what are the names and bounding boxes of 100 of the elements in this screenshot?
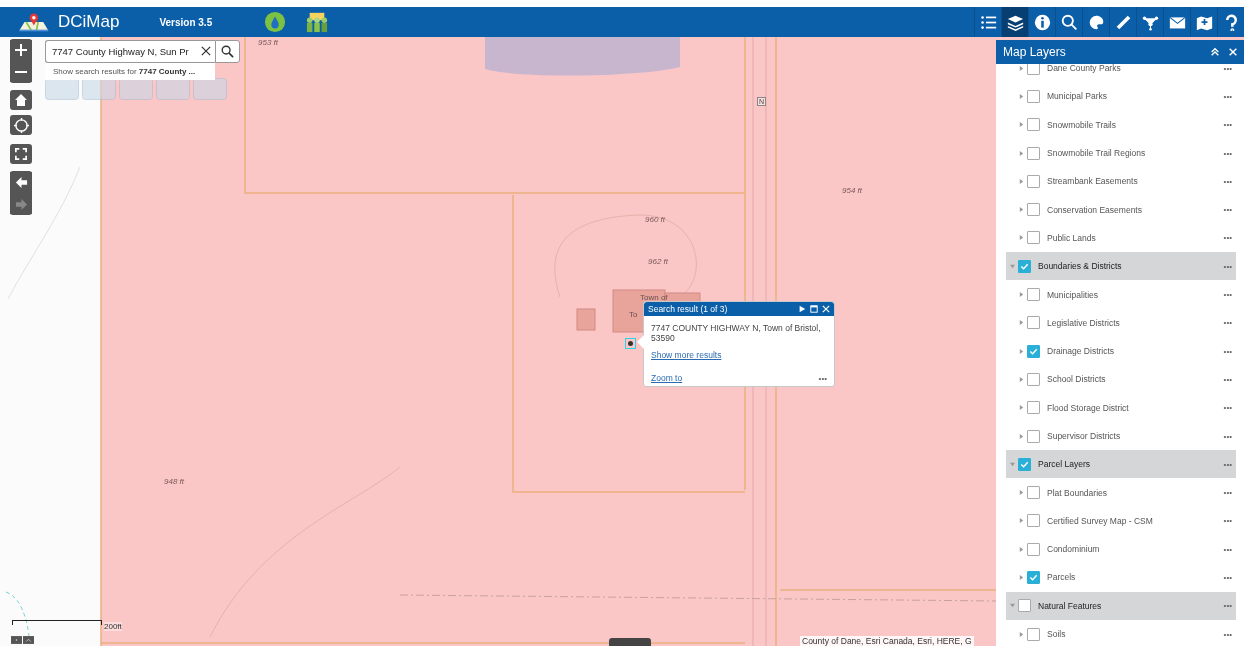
caret-right-icon[interactable] (1019, 178, 1024, 184)
caret-right-icon[interactable] (1019, 546, 1024, 552)
layer-menu[interactable]: ••• (1223, 318, 1232, 328)
layer-menu[interactable]: ••• (1223, 205, 1232, 215)
layer-checkbox[interactable] (1027, 231, 1040, 245)
layer-checkbox[interactable] (1027, 64, 1040, 75)
caret-right-icon[interactable] (1019, 320, 1024, 326)
layer-checkbox[interactable] (1027, 542, 1040, 556)
caret-right-icon[interactable] (1019, 65, 1024, 71)
layer-row[interactable]: Certified Survey Map - CSM ••• (1006, 506, 1236, 536)
layer-checkbox[interactable] (1027, 146, 1040, 160)
layer-row[interactable]: Conservation Easements ••• (1006, 195, 1236, 224)
toolbar-tool-icon[interactable] (45, 78, 79, 100)
caret-right-icon[interactable] (1019, 518, 1024, 524)
layer-checkbox[interactable] (1027, 486, 1040, 500)
toolbar-tool-icon[interactable] (156, 78, 190, 100)
caret-right-icon[interactable] (1019, 150, 1024, 156)
locate-button[interactable] (10, 115, 32, 135)
show-more-link[interactable]: Show more results (651, 350, 722, 360)
layer-menu[interactable]: ••• (1223, 488, 1232, 498)
layer-menu[interactable]: ••• (1223, 290, 1232, 299)
layer-checkbox[interactable] (1027, 429, 1040, 443)
layer-row[interactable]: Drainage Districts ••• (1006, 336, 1236, 366)
layer-menu[interactable]: ••• (1223, 516, 1232, 526)
layer-checkbox[interactable] (1027, 89, 1040, 103)
caret-right-icon[interactable] (1019, 433, 1024, 439)
caret-right-icon[interactable] (1019, 207, 1024, 213)
panel-toggle-icon[interactable] (609, 638, 651, 646)
layer-group-row[interactable]: Natural Features ••• (1006, 591, 1236, 620)
layer-checkbox[interactable] (1027, 372, 1040, 386)
layer-checkbox[interactable] (1018, 599, 1031, 613)
layer-menu[interactable]: ••• (1223, 346, 1232, 356)
layer-checkbox[interactable] (1027, 344, 1040, 358)
next-icon[interactable] (798, 305, 806, 313)
layer-checkbox[interactable] (1018, 259, 1031, 273)
layer-checkbox[interactable] (1027, 401, 1040, 415)
layer-checkbox[interactable] (1027, 571, 1040, 584)
caret-right-icon[interactable] (1019, 93, 1024, 99)
layer-menu[interactable]: ••• (1223, 629, 1232, 639)
layers-tool-icon[interactable] (1001, 7, 1028, 37)
collapse-icon[interactable] (1210, 47, 1220, 57)
layer-group-row[interactable]: Boundaries & Districts ••• (1006, 252, 1236, 281)
search-field[interactable]: 7747 County Highway N, Sun Pr (45, 40, 215, 63)
layer-checkbox[interactable] (1027, 288, 1040, 301)
layer-menu[interactable]: ••• (1223, 91, 1232, 101)
fullscreen-button[interactable] (10, 144, 32, 164)
layer-menu[interactable]: ••• (1223, 374, 1232, 384)
layer-menu[interactable]: ••• (1223, 459, 1232, 469)
caret-right-icon[interactable] (1019, 490, 1024, 496)
caret-down-icon[interactable] (1010, 603, 1015, 609)
caret-right-icon[interactable] (1019, 122, 1024, 128)
layer-row[interactable]: Snowmobile Trail Regions ••• (1006, 138, 1236, 168)
layer-row[interactable]: Flood Storage District ••• (1006, 393, 1236, 422)
layer-row[interactable]: Streambank Easements ••• (1006, 167, 1236, 196)
close-icon[interactable] (201, 46, 211, 56)
layer-checkbox[interactable] (1027, 627, 1040, 641)
caret-right-icon[interactable] (1019, 631, 1024, 637)
home-button[interactable] (10, 90, 32, 110)
caret-right-icon[interactable] (1019, 348, 1024, 354)
layer-menu[interactable]: ••• (1223, 573, 1232, 582)
layer-row[interactable]: Dane County Parks ••• (1006, 64, 1236, 83)
toolbar-tool-icon[interactable] (119, 78, 153, 100)
zoom-to-link[interactable]: Zoom to (651, 373, 683, 383)
layer-menu[interactable]: ••• (1223, 176, 1232, 186)
layer-row[interactable]: Supervisor Districts ••• (1006, 421, 1236, 451)
layer-checkbox[interactable] (1027, 174, 1040, 188)
layer-row[interactable]: Parcels ••• (1006, 563, 1236, 592)
layer-row[interactable]: Municipalities ••• (1006, 280, 1236, 309)
layer-row[interactable]: Snowmobile Trails ••• (1006, 110, 1236, 139)
search-button[interactable] (215, 40, 240, 63)
layer-checkbox[interactable] (1027, 514, 1040, 528)
layer-menu[interactable]: ••• (1223, 544, 1232, 554)
layer-menu[interactable]: ••• (1223, 261, 1232, 271)
layer-group-row[interactable]: Parcel Layers ••• (1006, 450, 1236, 479)
caret-right-icon[interactable] (1019, 575, 1024, 580)
layer-row[interactable]: Condominium ••• (1006, 535, 1236, 564)
caret-down-icon[interactable] (1010, 461, 1015, 467)
caret-right-icon[interactable] (1019, 292, 1024, 297)
layer-menu[interactable]: ••• (1223, 120, 1232, 130)
layer-row[interactable]: Soils ••• (1006, 619, 1236, 646)
layer-checkbox[interactable] (1027, 203, 1040, 217)
layer-row[interactable]: School Districts ••• (1006, 365, 1236, 394)
layer-menu[interactable]: ••• (1223, 601, 1232, 611)
caret-down-icon[interactable] (1010, 263, 1015, 269)
water-globe-icon[interactable] (264, 11, 287, 33)
layer-row[interactable]: Legislative Districts ••• (1006, 308, 1236, 337)
layer-row[interactable]: Public Lands ••• (1006, 223, 1236, 253)
caret-right-icon[interactable] (1019, 376, 1024, 382)
toolbar-tool-icon[interactable] (193, 78, 227, 100)
layer-checkbox[interactable] (1018, 457, 1031, 471)
layer-menu[interactable]: ••• (1223, 64, 1232, 73)
caret-right-icon[interactable] (1019, 405, 1024, 411)
toolbar-tool-icon[interactable] (82, 78, 116, 100)
layer-checkbox[interactable] (1027, 118, 1040, 132)
layer-row[interactable]: Plat Boundaries ••• (1006, 478, 1236, 507)
maximize-icon[interactable] (810, 305, 818, 313)
caret-icon[interactable] (23, 635, 34, 645)
caret-right-icon[interactable] (1019, 235, 1024, 241)
layer-menu[interactable]: ••• (1223, 431, 1232, 441)
layer-menu[interactable]: ••• (1223, 233, 1232, 243)
